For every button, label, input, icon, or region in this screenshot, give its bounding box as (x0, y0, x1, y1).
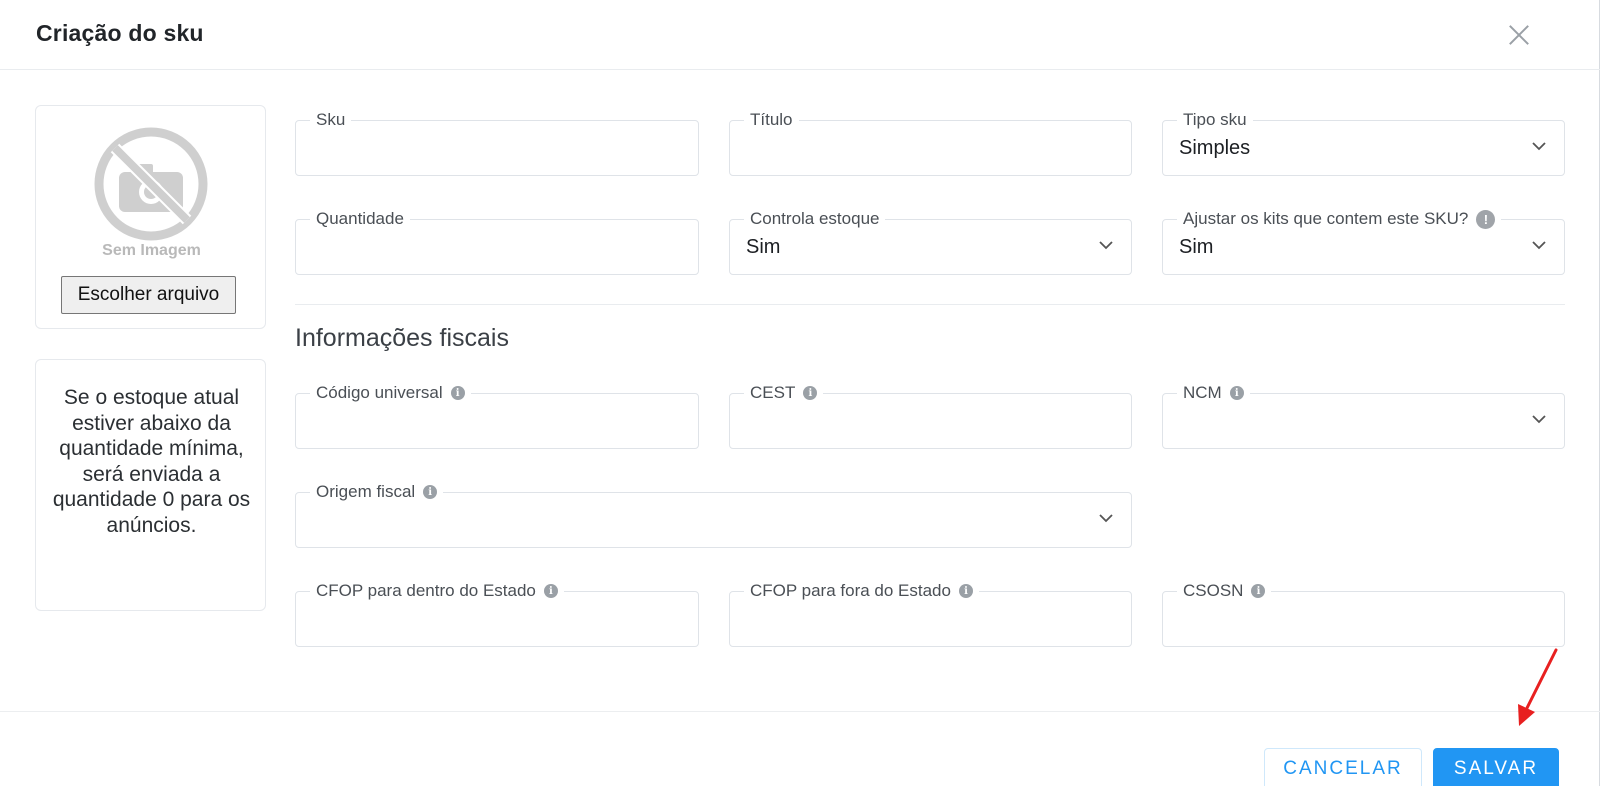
chevron-down-icon (1099, 514, 1113, 523)
stock-info-text: Se o estoque atual estiver abaixo da qua… (52, 386, 251, 537)
titulo-label: Título (744, 110, 799, 130)
cest-field[interactable]: CEST i (729, 383, 1132, 449)
no-camera-icon (94, 127, 208, 241)
titulo-label-text: Título (750, 110, 793, 129)
cfop-fora-label-text: CFOP para fora do Estado (750, 581, 951, 600)
codigo-universal-label: Código universal i (310, 383, 471, 403)
ajustar-kits-label: Ajustar os kits que contem este SKU? ! (1177, 209, 1502, 229)
close-icon[interactable] (1506, 22, 1532, 48)
chevron-down-icon (1099, 241, 1113, 250)
sku-field[interactable]: Sku (295, 110, 699, 176)
cfop-dentro-field[interactable]: CFOP para dentro do Estado i (295, 581, 699, 647)
controla-estoque-label: Controla estoque (744, 209, 886, 229)
tipo-sku-label: Tipo sku (1177, 110, 1253, 130)
stock-info-card: Se o estoque atual estiver abaixo da qua… (35, 359, 266, 611)
cancel-button[interactable]: CANCELAR (1264, 748, 1422, 786)
origem-fiscal-label: Origem fiscal i (310, 482, 444, 502)
info-icon[interactable]: i (958, 584, 973, 598)
section-divider (295, 304, 1565, 305)
modal-header: Criação do sku (0, 0, 1600, 70)
quantidade-label-text: Quantidade (316, 209, 404, 228)
titulo-field[interactable]: Título (729, 110, 1132, 176)
origem-fiscal-label-text: Origem fiscal (316, 482, 416, 501)
help-icon[interactable]: ! (1476, 209, 1496, 229)
cest-label: CEST i (744, 383, 824, 403)
chevron-down-icon (1532, 142, 1546, 151)
no-image-label: Sem Imagem (102, 242, 201, 259)
cfop-fora-field[interactable]: CFOP para fora do Estado i (729, 581, 1132, 647)
ajustar-kits-value: Sim (1179, 236, 1214, 258)
quantidade-field[interactable]: Quantidade (295, 209, 699, 275)
info-icon[interactable]: i (450, 386, 465, 400)
fiscal-section-title: Informações fiscais (295, 324, 509, 352)
footer-divider (0, 711, 1600, 712)
controla-estoque-value: Sim (746, 236, 781, 258)
tipo-sku-value: Simples (1179, 137, 1251, 159)
save-button[interactable]: SALVAR (1433, 748, 1559, 786)
cfop-dentro-label-text: CFOP para dentro do Estado (316, 581, 536, 600)
csosn-label-text: CSOSN (1183, 581, 1244, 600)
info-icon[interactable]: i (803, 386, 818, 400)
cfop-fora-label: CFOP para fora do Estado i (744, 581, 979, 601)
annotation-arrow-icon (1518, 648, 1558, 726)
ajustar-kits-select[interactable]: Ajustar os kits que contem este SKU? ! S… (1162, 209, 1565, 275)
controla-estoque-label-text: Controla estoque (750, 209, 880, 228)
csosn-label: CSOSN i (1177, 581, 1272, 601)
ncm-label-text: NCM (1183, 383, 1222, 402)
image-card: Sem Imagem Escolher arquivo (35, 105, 266, 329)
cfop-dentro-label: CFOP para dentro do Estado i (310, 581, 564, 601)
info-icon[interactable]: i (1229, 386, 1244, 400)
controla-estoque-select[interactable]: Controla estoque Sim (729, 209, 1132, 275)
info-icon[interactable]: i (1251, 584, 1266, 598)
codigo-universal-label-text: Código universal (316, 383, 443, 402)
info-icon[interactable]: i (543, 584, 558, 598)
sku-creation-modal: Criação do sku Sem Imagem Escolher arqui… (0, 0, 1600, 786)
tipo-sku-select[interactable]: Tipo sku Simples (1162, 110, 1565, 176)
ncm-select[interactable]: NCM i (1162, 383, 1565, 449)
origem-fiscal-select[interactable]: Origem fiscal i (295, 482, 1132, 548)
ajustar-kits-label-text: Ajustar os kits que contem este SKU? (1183, 209, 1469, 228)
quantidade-label: Quantidade (310, 209, 410, 229)
ncm-label: NCM i (1177, 383, 1250, 403)
csosn-field[interactable]: CSOSN i (1162, 581, 1565, 647)
sku-label: Sku (310, 110, 352, 130)
modal-title: Criação do sku (36, 20, 204, 46)
tipo-sku-label-text: Tipo sku (1183, 110, 1247, 129)
cest-label-text: CEST (750, 383, 796, 402)
choose-file-button[interactable]: Escolher arquivo (61, 276, 236, 314)
chevron-down-icon (1532, 241, 1546, 250)
chevron-down-icon (1532, 415, 1546, 424)
codigo-universal-field[interactable]: Código universal i (295, 383, 699, 449)
info-icon[interactable]: i (423, 485, 438, 499)
sku-label-text: Sku (316, 110, 346, 129)
